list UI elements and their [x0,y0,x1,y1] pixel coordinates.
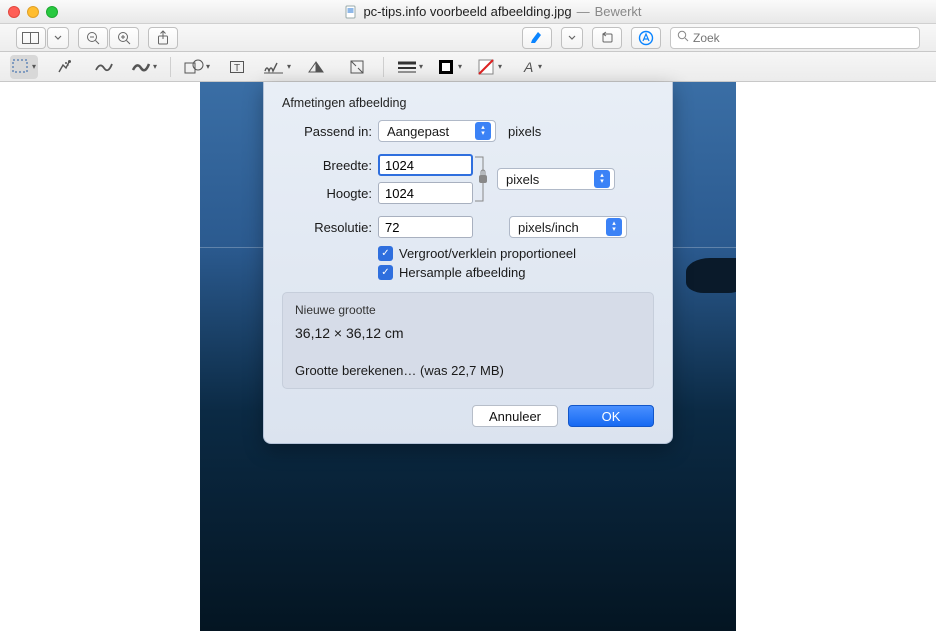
chevron-down-icon: ▾ [153,62,157,71]
scale-proportionally-checkbox[interactable]: ✓ [378,246,393,261]
select-arrows-icon: ▴▾ [594,170,610,188]
size-unit-value: pixels [506,172,539,187]
highlight-button[interactable] [522,27,552,49]
markup-toolbar: ▾ ▾ ▾ T ▾ ▾ ▾ ▾ A ▾ [0,52,936,82]
zoom-in-button[interactable] [109,27,139,49]
sketch-tool-button[interactable] [90,55,118,79]
shapes-button[interactable]: ▾ [183,55,211,79]
search-input[interactable] [693,31,913,45]
select-arrows-icon: ▴▾ [606,218,622,236]
main-toolbar [0,24,936,52]
highlight-chevron[interactable] [561,27,583,49]
size-unit-select[interactable]: pixels ▴▾ [497,168,615,190]
adjust-size-button[interactable] [343,55,371,79]
document-status-separator: — [577,4,590,19]
share-button[interactable] [148,27,178,49]
sidebar-toggle-chevron[interactable] [47,27,69,49]
height-label: Hoogte: [282,186,372,201]
text-tool-button[interactable]: T [223,55,251,79]
scale-proportionally-label: Vergroot/verklein proportioneel [399,246,576,261]
image-detail [686,258,736,293]
document-title: pc-tips.info voorbeeld afbeelding.jpg [363,4,571,19]
fill-color-button[interactable]: ▾ [476,55,504,79]
minimize-window-button[interactable] [27,6,39,18]
ok-button[interactable]: OK [568,405,654,427]
height-input[interactable] [378,182,473,204]
fit-into-value: Aangepast [387,124,449,139]
search-icon [677,29,689,47]
chevron-down-icon: ▾ [419,62,423,71]
close-window-button[interactable] [8,6,20,18]
resolution-unit-select[interactable]: pixels/inch ▴▾ [509,216,627,238]
zoom-out-button[interactable] [78,27,108,49]
toolbar-separator [170,57,171,77]
canvas-area: Afmetingen afbeelding Passend in: Aangep… [0,82,936,631]
sign-tool-button[interactable]: ▾ [263,55,291,79]
document-status: Bewerkt [595,4,642,19]
resolution-input[interactable] [378,216,473,238]
resample-label: Hersample afbeelding [399,265,525,280]
selection-tool-button[interactable]: ▾ [10,55,38,79]
rotate-button[interactable] [592,27,622,49]
chevron-down-icon: ▾ [458,62,462,71]
instant-alpha-button[interactable] [50,55,78,79]
chevron-down-icon: ▾ [206,62,210,71]
document-icon [344,5,358,19]
dialog-section-title: Afmetingen afbeelding [282,96,654,110]
aspect-lock-bracket [473,150,491,208]
adjust-color-button[interactable] [303,55,331,79]
select-arrows-icon: ▴▾ [475,122,491,140]
chevron-down-icon: ▾ [287,62,291,71]
new-size-dimensions: 36,12 × 36,12 cm [295,325,641,341]
svg-text:T: T [234,63,240,74]
fit-into-label: Passend in: [282,124,372,139]
new-size-panel: Nieuwe grootte 36,12 × 36,12 cm Grootte … [282,292,654,389]
new-size-calculation: Grootte berekenen… (was 22,7 MB) [295,363,641,378]
toolbar-separator [383,57,384,77]
fit-unit-label: pixels [508,124,541,139]
border-style-button[interactable]: ▾ [396,55,424,79]
resample-checkbox[interactable]: ✓ [378,265,393,280]
text-style-button[interactable]: A ▾ [516,55,544,79]
markup-toggle-button[interactable] [631,27,661,49]
width-input[interactable] [378,154,473,176]
resize-dialog: Afmetingen afbeelding Passend in: Aangep… [263,82,673,444]
chevron-down-icon: ▾ [538,62,542,71]
window-titlebar: pc-tips.info voorbeeld afbeelding.jpg — … [0,0,936,24]
sidebar-toggle-button[interactable] [16,27,46,49]
search-field[interactable] [670,27,920,49]
chevron-down-icon: ▾ [498,62,502,71]
cancel-button[interactable]: Annuleer [472,405,558,427]
svg-text:A: A [523,59,533,75]
chevron-down-icon: ▾ [32,62,36,71]
width-label: Breedte: [282,158,372,173]
fit-into-select[interactable]: Aangepast ▴▾ [378,120,496,142]
draw-tool-button[interactable]: ▾ [130,55,158,79]
border-color-button[interactable]: ▾ [436,55,464,79]
resolution-label: Resolutie: [282,220,372,235]
zoom-window-button[interactable] [46,6,58,18]
resolution-unit-value: pixels/inch [518,220,579,235]
new-size-header: Nieuwe grootte [295,303,641,317]
